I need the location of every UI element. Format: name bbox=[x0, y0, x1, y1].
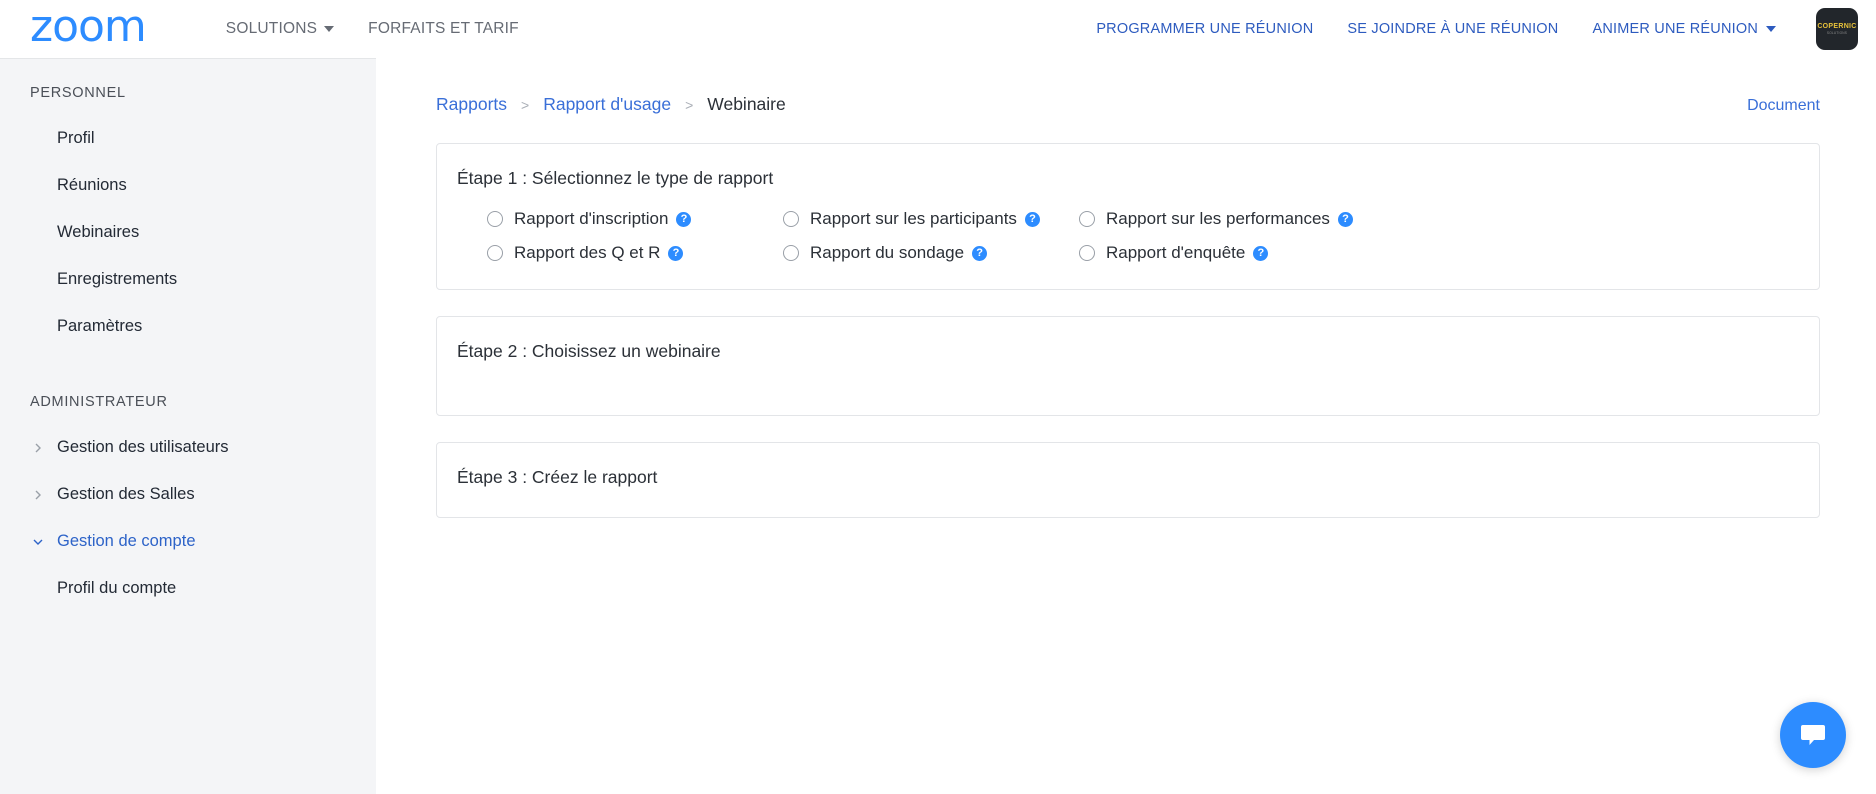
chat-bubble-icon bbox=[1801, 725, 1825, 745]
step-3-card: Étape 3 : Créez le rapport bbox=[436, 442, 1820, 518]
radio-button-icon[interactable] bbox=[783, 245, 799, 261]
chevron-down-icon bbox=[33, 539, 43, 545]
radio-label: Rapport sur les participants bbox=[810, 209, 1017, 228]
radio-rapport-dinscription[interactable]: Rapport d'inscription ? bbox=[487, 209, 783, 229]
help-icon[interactable]: ? bbox=[1024, 211, 1040, 227]
sidebar-section-administrateur: ADMINISTRATEUR bbox=[30, 394, 168, 410]
breadcrumb-separator: > bbox=[521, 97, 530, 113]
step-3-title: Étape 3 : Créez le rapport bbox=[457, 467, 658, 487]
step-1-title: Étape 1 : Sélectionnez le type de rappor… bbox=[457, 168, 774, 188]
radio-label: Rapport d'enquête bbox=[1106, 243, 1246, 262]
help-icon[interactable]: ? bbox=[972, 245, 988, 261]
radio-button-icon[interactable] bbox=[487, 245, 503, 261]
radio-rapport-des-q-et-r[interactable]: Rapport des Q et R ? bbox=[487, 243, 783, 263]
report-type-row-2: Rapport des Q et R ? Rapport du sondage … bbox=[437, 243, 1819, 263]
avatar-brand: COPERNIC bbox=[1817, 23, 1857, 30]
radio-button-icon[interactable] bbox=[1079, 245, 1095, 261]
sidebar-item-webinaires[interactable]: Webinaires bbox=[0, 209, 376, 256]
help-icon[interactable]: ? bbox=[668, 245, 684, 261]
sidebar-item-label: Gestion des Salles bbox=[57, 485, 195, 503]
help-icon[interactable]: ? bbox=[676, 211, 692, 227]
avatar-subtitle: SOLUTIONS bbox=[1826, 31, 1848, 35]
breadcrumb-item-webinaire: Webinaire bbox=[707, 94, 786, 114]
sidebar-item-enregistrements[interactable]: Enregistrements bbox=[0, 256, 376, 303]
help-icon[interactable]: ? bbox=[1337, 211, 1353, 227]
sidebar-item-profil[interactable]: Profil bbox=[0, 115, 376, 162]
header-left-nav: zoom SOLUTIONS FORFAITS ET TARIF bbox=[30, 5, 519, 51]
chevron-down-icon bbox=[324, 26, 335, 32]
radio-button-icon[interactable] bbox=[1079, 211, 1095, 227]
sidebar-item-gestion-de-compte[interactable]: Gestion de compte bbox=[0, 518, 376, 565]
breadcrumb: Rapports > Rapport d'usage > Webinaire D… bbox=[436, 94, 1820, 115]
zoom-logo[interactable]: zoom bbox=[30, 5, 147, 49]
report-type-row-1: Rapport d'inscription ? Rapport sur les … bbox=[437, 209, 1819, 229]
radio-rapport-sur-les-participants[interactable]: Rapport sur les participants ? bbox=[783, 209, 1079, 229]
nav-solutions-label: SOLUTIONS bbox=[225, 20, 318, 37]
radio-label: Rapport d'inscription bbox=[514, 209, 669, 228]
nav-solutions[interactable]: SOLUTIONS bbox=[225, 20, 335, 38]
main-content: Rapports > Rapport d'usage > Webinaire D… bbox=[376, 58, 1876, 794]
breadcrumb-item-rapport-dusage[interactable]: Rapport d'usage bbox=[543, 94, 671, 115]
sidebar: PERSONNEL Profil Réunions Webinaires Enr… bbox=[0, 58, 376, 794]
nav-animer-label: ANIMER UNE RÉUNION bbox=[1592, 21, 1758, 37]
sidebar-item-gestion-des-utilisateurs[interactable]: Gestion des utilisateurs bbox=[0, 424, 376, 471]
radio-label: Rapport sur les performances bbox=[1106, 209, 1330, 228]
radio-label: Rapport des Q et R bbox=[514, 243, 661, 262]
header-right-nav: PROGRAMMER UNE RÉUNION SE JOINDRE À UNE … bbox=[1096, 8, 1858, 50]
radio-rapport-denquete[interactable]: Rapport d'enquête ? bbox=[1079, 243, 1269, 263]
chevron-right-icon bbox=[35, 443, 41, 452]
sidebar-item-gestion-des-salles[interactable]: Gestion des Salles bbox=[0, 471, 376, 518]
sidebar-item-label: Gestion des utilisateurs bbox=[57, 438, 229, 456]
avatar[interactable]: COPERNIC SOLUTIONS bbox=[1816, 8, 1858, 50]
sidebar-item-label: Gestion de compte bbox=[57, 532, 196, 550]
chevron-right-icon bbox=[35, 490, 41, 499]
nav-programmer-une-reunion[interactable]: PROGRAMMER UNE RÉUNION bbox=[1096, 21, 1313, 37]
sidebar-item-parametres[interactable]: Paramètres bbox=[0, 303, 376, 350]
radio-rapport-sur-les-performances[interactable]: Rapport sur les performances ? bbox=[1079, 209, 1353, 229]
sidebar-item-reunions[interactable]: Réunions bbox=[0, 162, 376, 209]
radio-rapport-du-sondage[interactable]: Rapport du sondage ? bbox=[783, 243, 1079, 263]
top-header: zoom SOLUTIONS FORFAITS ET TARIF PROGRAM… bbox=[0, 0, 1876, 58]
step-2-card: Étape 2 : Choisissez un webinaire bbox=[436, 316, 1820, 416]
chevron-down-icon bbox=[1766, 26, 1776, 32]
nav-animer-une-reunion[interactable]: ANIMER UNE RÉUNION bbox=[1592, 21, 1776, 37]
help-icon[interactable]: ? bbox=[1253, 245, 1269, 261]
document-link[interactable]: Document bbox=[1747, 97, 1820, 115]
radio-button-icon[interactable] bbox=[487, 211, 503, 227]
nav-se-joindre-a-une-reunion[interactable]: SE JOINDRE À UNE RÉUNION bbox=[1347, 21, 1558, 37]
radio-label: Rapport du sondage bbox=[810, 243, 965, 262]
step-1-card: Étape 1 : Sélectionnez le type de rappor… bbox=[436, 143, 1820, 290]
nav-forfaits-et-tarif[interactable]: FORFAITS ET TARIF bbox=[368, 20, 519, 38]
sidebar-item-profil-du-compte[interactable]: Profil du compte bbox=[0, 565, 376, 612]
breadcrumb-separator: > bbox=[685, 97, 694, 113]
radio-button-icon[interactable] bbox=[783, 211, 799, 227]
step-2-title: Étape 2 : Choisissez un webinaire bbox=[457, 341, 721, 361]
breadcrumb-item-rapports[interactable]: Rapports bbox=[436, 94, 507, 115]
chat-support-button[interactable] bbox=[1780, 702, 1846, 768]
sidebar-section-personnel: PERSONNEL bbox=[30, 85, 126, 101]
